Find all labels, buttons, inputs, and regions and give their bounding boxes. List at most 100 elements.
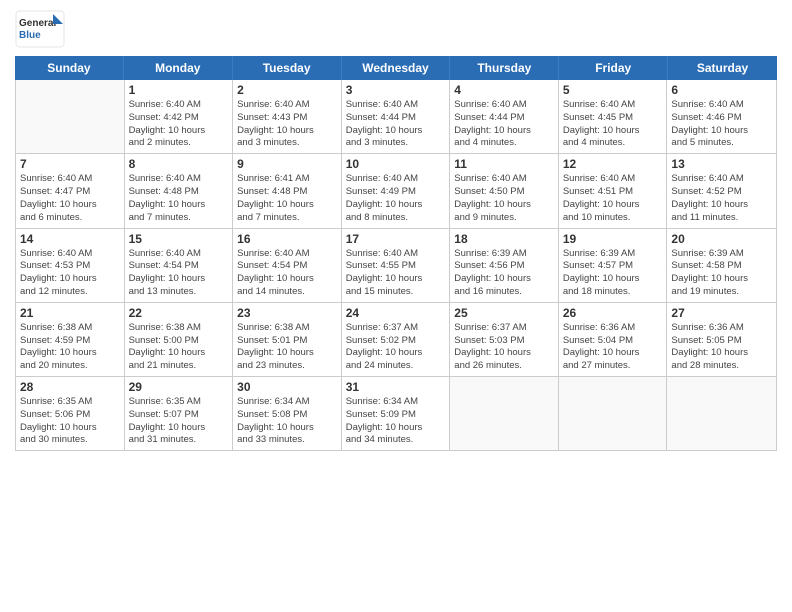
day-info: Sunrise: 6:37 AM Sunset: 5:03 PM Dayligh… xyxy=(454,322,554,373)
day-number: 29 xyxy=(129,380,229,394)
weekday-header-saturday: Saturday xyxy=(668,56,777,80)
weekday-header-friday: Friday xyxy=(559,56,668,80)
weekday-header-thursday: Thursday xyxy=(450,56,559,80)
day-info: Sunrise: 6:40 AM Sunset: 4:44 PM Dayligh… xyxy=(346,99,446,150)
day-number: 24 xyxy=(346,306,446,320)
day-number: 13 xyxy=(671,157,772,171)
calendar-cell: 30 Sunrise: 6:34 AM Sunset: 5:08 PM Dayli… xyxy=(233,377,342,450)
calendar-cell: 19 Sunrise: 6:39 AM Sunset: 4:57 PM Dayli… xyxy=(559,229,668,302)
day-number: 28 xyxy=(20,380,120,394)
calendar-cell: 7Sunrise: 6:40 AM Sunset: 4:47 PM Daylig… xyxy=(16,154,125,227)
calendar-cell: 3 Sunrise: 6:40 AM Sunset: 4:44 PM Daylig… xyxy=(342,80,451,153)
day-info: Sunrise: 6:36 AM Sunset: 5:04 PM Dayligh… xyxy=(563,322,663,373)
day-info: Sunrise: 6:38 AM Sunset: 4:59 PM Dayligh… xyxy=(20,322,120,373)
calendar-grid: 1Sunrise: 6:40 AM Sunset: 4:42 PM Daylig… xyxy=(15,80,777,451)
weekday-header-wednesday: Wednesday xyxy=(342,56,451,80)
day-number: 23 xyxy=(237,306,337,320)
calendar-cell: 12 Sunrise: 6:40 AM Sunset: 4:51 PM Dayli… xyxy=(559,154,668,227)
svg-text:General: General xyxy=(19,18,56,29)
weekday-header-monday: Monday xyxy=(124,56,233,80)
calendar-cell: 25Sunrise: 6:37 AM Sunset: 5:03 PM Dayli… xyxy=(450,303,559,376)
day-info: Sunrise: 6:40 AM Sunset: 4:54 PM Dayligh… xyxy=(237,248,337,299)
day-number: 14 xyxy=(20,232,120,246)
calendar-cell: 17 Sunrise: 6:40 AM Sunset: 4:55 PM Dayli… xyxy=(342,229,451,302)
day-info: Sunrise: 6:35 AM Sunset: 5:07 PM Dayligh… xyxy=(129,396,229,447)
day-info: Sunrise: 6:34 AM Sunset: 5:08 PM Dayligh… xyxy=(237,396,337,447)
day-number: 26 xyxy=(563,306,663,320)
header: General Blue xyxy=(15,10,777,48)
calendar-cell: 18 Sunrise: 6:39 AM Sunset: 4:56 PM Dayli… xyxy=(450,229,559,302)
calendar-cell: 14 Sunrise: 6:40 AM Sunset: 4:53 PM Dayli… xyxy=(16,229,125,302)
calendar-header: SundayMondayTuesdayWednesdayThursdayFrid… xyxy=(15,56,777,80)
day-info: Sunrise: 6:40 AM Sunset: 4:44 PM Dayligh… xyxy=(454,99,554,150)
day-number: 3 xyxy=(346,83,446,97)
calendar-cell: 6 Sunrise: 6:40 AM Sunset: 4:46 PM Daylig… xyxy=(667,80,776,153)
logo-svg: General Blue xyxy=(15,10,65,48)
day-number: 17 xyxy=(346,232,446,246)
day-number: 30 xyxy=(237,380,337,394)
calendar-cell: 11Sunrise: 6:40 AM Sunset: 4:50 PM Dayli… xyxy=(450,154,559,227)
calendar-cell: 20Sunrise: 6:39 AM Sunset: 4:58 PM Dayli… xyxy=(667,229,776,302)
day-number: 27 xyxy=(671,306,772,320)
day-info: Sunrise: 6:38 AM Sunset: 5:00 PM Dayligh… xyxy=(129,322,229,373)
day-number: 22 xyxy=(129,306,229,320)
calendar-cell: 9 Sunrise: 6:41 AM Sunset: 4:48 PM Daylig… xyxy=(233,154,342,227)
calendar-cell: 1Sunrise: 6:40 AM Sunset: 4:42 PM Daylig… xyxy=(125,80,234,153)
calendar-row-2: 14 Sunrise: 6:40 AM Sunset: 4:53 PM Dayli… xyxy=(16,229,776,303)
day-info: Sunrise: 6:36 AM Sunset: 5:05 PM Dayligh… xyxy=(671,322,772,373)
calendar-cell: 29 Sunrise: 6:35 AM Sunset: 5:07 PM Dayli… xyxy=(125,377,234,450)
weekday-header-tuesday: Tuesday xyxy=(233,56,342,80)
calendar-cell: 22 Sunrise: 6:38 AM Sunset: 5:00 PM Dayli… xyxy=(125,303,234,376)
day-number: 9 xyxy=(237,157,337,171)
day-number: 16 xyxy=(237,232,337,246)
day-info: Sunrise: 6:40 AM Sunset: 4:46 PM Dayligh… xyxy=(671,99,772,150)
day-info: Sunrise: 6:40 AM Sunset: 4:43 PM Dayligh… xyxy=(237,99,337,150)
day-info: Sunrise: 6:40 AM Sunset: 4:55 PM Dayligh… xyxy=(346,248,446,299)
day-number: 31 xyxy=(346,380,446,394)
day-number: 1 xyxy=(129,83,229,97)
day-info: Sunrise: 6:41 AM Sunset: 4:48 PM Dayligh… xyxy=(237,173,337,224)
day-info: Sunrise: 6:39 AM Sunset: 4:56 PM Dayligh… xyxy=(454,248,554,299)
day-info: Sunrise: 6:40 AM Sunset: 4:52 PM Dayligh… xyxy=(671,173,772,224)
day-info: Sunrise: 6:39 AM Sunset: 4:57 PM Dayligh… xyxy=(563,248,663,299)
day-info: Sunrise: 6:34 AM Sunset: 5:09 PM Dayligh… xyxy=(346,396,446,447)
calendar-row-1: 7Sunrise: 6:40 AM Sunset: 4:47 PM Daylig… xyxy=(16,154,776,228)
day-number: 21 xyxy=(20,306,120,320)
day-info: Sunrise: 6:40 AM Sunset: 4:53 PM Dayligh… xyxy=(20,248,120,299)
calendar-cell: 15Sunrise: 6:40 AM Sunset: 4:54 PM Dayli… xyxy=(125,229,234,302)
calendar-cell: 2Sunrise: 6:40 AM Sunset: 4:43 PM Daylig… xyxy=(233,80,342,153)
day-info: Sunrise: 6:35 AM Sunset: 5:06 PM Dayligh… xyxy=(20,396,120,447)
day-number: 10 xyxy=(346,157,446,171)
day-number: 6 xyxy=(671,83,772,97)
calendar-cell xyxy=(450,377,559,450)
day-number: 19 xyxy=(563,232,663,246)
calendar: SundayMondayTuesdayWednesdayThursdayFrid… xyxy=(15,56,777,602)
calendar-cell xyxy=(16,80,125,153)
day-info: Sunrise: 6:37 AM Sunset: 5:02 PM Dayligh… xyxy=(346,322,446,373)
svg-text:Blue: Blue xyxy=(19,30,41,41)
calendar-cell: 27 Sunrise: 6:36 AM Sunset: 5:05 PM Dayli… xyxy=(667,303,776,376)
calendar-cell: 26 Sunrise: 6:36 AM Sunset: 5:04 PM Dayli… xyxy=(559,303,668,376)
day-number: 7 xyxy=(20,157,120,171)
logo: General Blue xyxy=(15,10,65,48)
day-number: 12 xyxy=(563,157,663,171)
day-info: Sunrise: 6:40 AM Sunset: 4:51 PM Dayligh… xyxy=(563,173,663,224)
calendar-cell xyxy=(667,377,776,450)
day-info: Sunrise: 6:40 AM Sunset: 4:49 PM Dayligh… xyxy=(346,173,446,224)
calendar-cell: 13 Sunrise: 6:40 AM Sunset: 4:52 PM Dayli… xyxy=(667,154,776,227)
day-number: 5 xyxy=(563,83,663,97)
calendar-cell: 10 Sunrise: 6:40 AM Sunset: 4:49 PM Dayli… xyxy=(342,154,451,227)
day-number: 8 xyxy=(129,157,229,171)
calendar-cell: 4Sunrise: 6:40 AM Sunset: 4:44 PM Daylig… xyxy=(450,80,559,153)
day-number: 18 xyxy=(454,232,554,246)
calendar-cell: 5Sunrise: 6:40 AM Sunset: 4:45 PM Daylig… xyxy=(559,80,668,153)
weekday-header-sunday: Sunday xyxy=(15,56,124,80)
calendar-cell: 28 Sunrise: 6:35 AM Sunset: 5:06 PM Dayli… xyxy=(16,377,125,450)
calendar-cell: 24 Sunrise: 6:37 AM Sunset: 5:02 PM Dayli… xyxy=(342,303,451,376)
calendar-cell: 31 Sunrise: 6:34 AM Sunset: 5:09 PM Dayli… xyxy=(342,377,451,450)
calendar-cell xyxy=(559,377,668,450)
calendar-cell: 8Sunrise: 6:40 AM Sunset: 4:48 PM Daylig… xyxy=(125,154,234,227)
page: General Blue SundayMondayTuesdayWednesda… xyxy=(0,0,792,612)
calendar-cell: 23Sunrise: 6:38 AM Sunset: 5:01 PM Dayli… xyxy=(233,303,342,376)
day-info: Sunrise: 6:39 AM Sunset: 4:58 PM Dayligh… xyxy=(671,248,772,299)
